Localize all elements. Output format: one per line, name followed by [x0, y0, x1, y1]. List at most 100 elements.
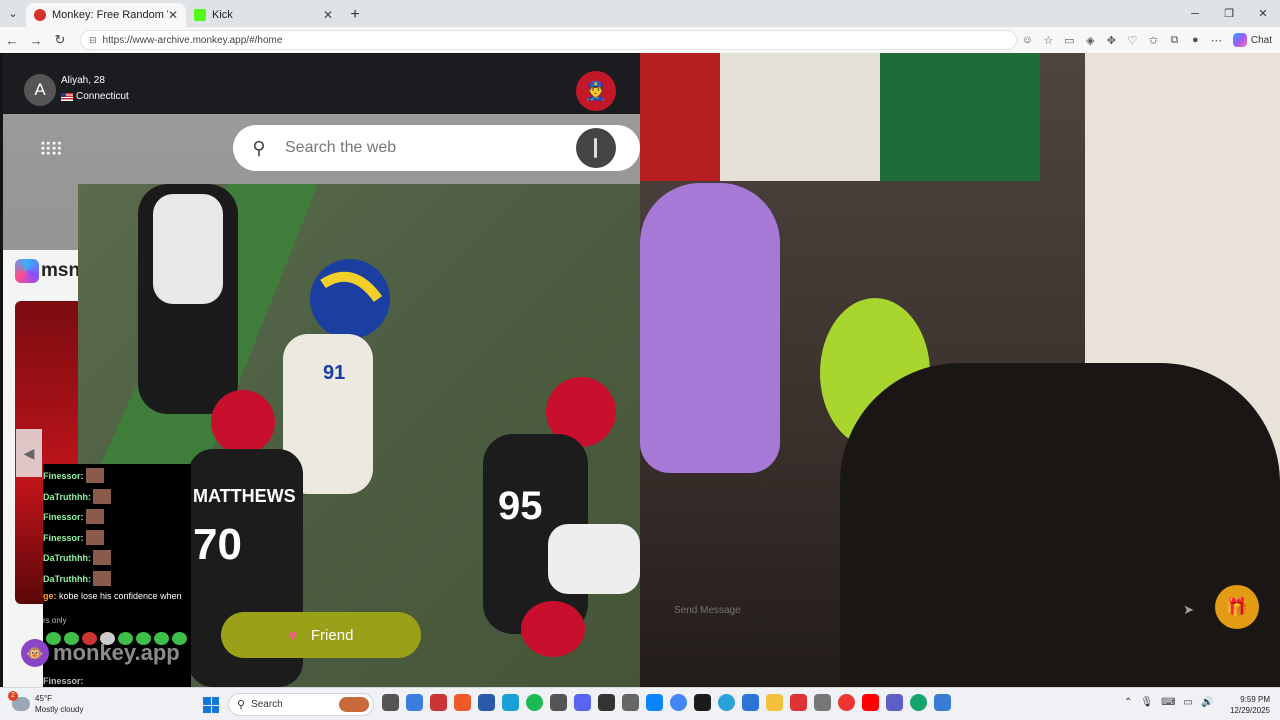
discord-icon[interactable] [574, 694, 591, 711]
network-icon[interactable]: ▭ [1184, 697, 1193, 708]
telegram-icon[interactable] [718, 694, 735, 711]
new-tab-button[interactable]: + [341, 3, 369, 27]
app-icon[interactable] [502, 694, 519, 711]
collections-icon[interactable]: ⧉ [1164, 34, 1185, 47]
tab-monkey[interactable]: Monkey: Free Random Video ✕ [26, 3, 186, 27]
opera-icon[interactable] [838, 694, 855, 711]
jersey-number: 95 [498, 484, 543, 528]
copilot-chat-button[interactable]: Chat [1232, 33, 1272, 47]
puzzle-icon[interactable]: ✥ [1101, 34, 1122, 47]
friend-button-label: Friend [310, 626, 354, 644]
toolbar-extensions: ☺ ☆ ▭ ◈ ✥ ♡ ✩ ⧉ ● ⋯ [1017, 34, 1227, 47]
monkey-left-panel: A Aliyah, 28 Connecticut 👮 ⠿⠿ ⚲ Search t… [3, 54, 640, 687]
app-icon[interactable] [622, 694, 639, 711]
partner-avatar[interactable]: A [24, 74, 56, 106]
chat-emote-icon [93, 550, 111, 565]
app-icon[interactable] [742, 694, 759, 711]
volume-icon[interactable]: 🔊 [1201, 697, 1213, 708]
window-controls: ─ ❐ ✕ [1178, 0, 1280, 27]
msn-search-bar[interactable]: ⚲ Search the web [233, 125, 640, 171]
taskbar-clock[interactable]: 9:59 PM 12/29/2025 [1222, 694, 1270, 716]
jersey-number: 70 [193, 520, 242, 569]
chrome-icon[interactable] [670, 694, 687, 711]
apps-grid-icon[interactable]: ⠿⠿ [39, 140, 63, 161]
msn-logo[interactable]: msn [15, 259, 80, 283]
close-tab-icon[interactable]: ✕ [323, 8, 333, 22]
close-tab-icon[interactable]: ✕ [168, 8, 178, 22]
streamer-figure [840, 363, 1280, 687]
tab-actions-icon[interactable]: ⌄ [0, 0, 26, 27]
copilot-app-icon[interactable] [406, 694, 423, 711]
message-input-row[interactable]: Send Message ➤ [674, 601, 1194, 619]
address-bar[interactable]: ⊟ https://www-archive.monkey.app/#/home [80, 30, 1017, 50]
msn-butterfly-icon [15, 259, 39, 283]
site-info-icon[interactable]: ⊟ [89, 35, 97, 46]
performance-icon[interactable]: ♡ [1122, 34, 1143, 47]
chat-emote-icon [93, 571, 111, 586]
taskbar-search[interactable]: ⚲ Search [228, 693, 374, 716]
forward-icon[interactable]: → [24, 33, 48, 48]
chat-user: DaTruthhh: [43, 491, 91, 502]
file-explorer-icon[interactable] [766, 694, 783, 711]
weather-widget[interactable]: 45°F Mostly cloudy [8, 691, 83, 715]
task-view-icon[interactable] [382, 694, 399, 711]
app-icon[interactable] [790, 694, 807, 711]
profile-icon[interactable]: ● [1185, 34, 1206, 46]
back-icon[interactable]: ← [0, 33, 24, 48]
mic-icon[interactable]: 🎙 [1140, 697, 1153, 708]
chat-message-text: kobe lose his confidence when [56, 591, 182, 601]
flag-green-stripe [880, 53, 1040, 181]
edge-icon[interactable] [910, 694, 927, 711]
notepad-icon[interactable] [934, 694, 951, 711]
keyboard-icon[interactable]: ⌨ [1161, 697, 1175, 708]
teams-icon[interactable] [886, 694, 903, 711]
gift-icon[interactable]: 🎁 [1215, 585, 1259, 629]
search-highlight-icon [339, 697, 369, 712]
restore-icon[interactable]: ❐ [1212, 0, 1246, 27]
video-icon[interactable]: ▭ [1059, 34, 1080, 47]
msn-logo-text: msn [41, 260, 81, 281]
brave-icon[interactable] [454, 694, 471, 711]
chat-line: Finessor: [43, 509, 104, 524]
report-police-icon[interactable]: 👮 [576, 71, 616, 111]
friend-button[interactable]: ♥ Friend [221, 612, 421, 658]
search-input[interactable]: Search the web [285, 139, 576, 157]
app-icon[interactable] [550, 694, 567, 711]
close-window-icon[interactable]: ✕ [1246, 0, 1280, 27]
windows-taskbar: 45°F Mostly cloudy ⚲ Search ⌃ [0, 687, 1280, 720]
carousel-prev-icon[interactable]: ◀ [16, 429, 42, 477]
chevron-up-icon[interactable]: ⌃ [1124, 697, 1132, 708]
spotify-icon[interactable] [526, 694, 543, 711]
send-icon[interactable]: ➤ [1183, 602, 1194, 618]
extension-icon[interactable]: ◈ [1080, 34, 1101, 47]
refresh-icon[interactable]: ↻ [48, 32, 72, 48]
minimize-icon[interactable]: ─ [1178, 0, 1212, 27]
system-tray: ⌃ 🎙 ⌨ ▭ 🔊 [1124, 697, 1213, 708]
partner-name-age: Aliyah, 28 [61, 75, 105, 86]
start-icon[interactable] [203, 697, 219, 713]
news-app-icon[interactable] [430, 694, 447, 711]
app-icon[interactable] [646, 694, 663, 711]
app-icon[interactable] [478, 694, 495, 711]
tab-kick[interactable]: Kick ✕ [186, 3, 341, 27]
chat-user: Finessor: [43, 532, 84, 543]
message-input[interactable]: Send Message [674, 605, 741, 616]
favorites-icon[interactable]: ✩ [1143, 34, 1164, 47]
us-flag-icon [61, 92, 73, 101]
chat-line: DaTruthhh: [43, 550, 111, 565]
chat-user: Finessor: [43, 676, 84, 686]
monkey-logo: 🐵 monkey.app [21, 639, 180, 667]
app-icon[interactable] [694, 694, 711, 711]
app-icon[interactable] [814, 694, 831, 711]
youtube-icon[interactable] [862, 694, 879, 711]
taskbar-search-label: Search [251, 699, 283, 710]
copilot-icon [1232, 33, 1247, 47]
favorite-star-icon[interactable]: ☆ [1038, 34, 1059, 47]
emoji-icon[interactable]: ☺ [1017, 34, 1038, 46]
chat-message-user: ge: [43, 591, 57, 601]
github-icon[interactable] [598, 694, 615, 711]
more-icon[interactable]: ⋯ [1206, 34, 1227, 47]
page-content: A Aliyah, 28 Connecticut 👮 ⠿⠿ ⚲ Search t… [0, 53, 1280, 687]
mic-icon[interactable] [576, 128, 616, 168]
chat-emote-icon [85, 509, 104, 524]
